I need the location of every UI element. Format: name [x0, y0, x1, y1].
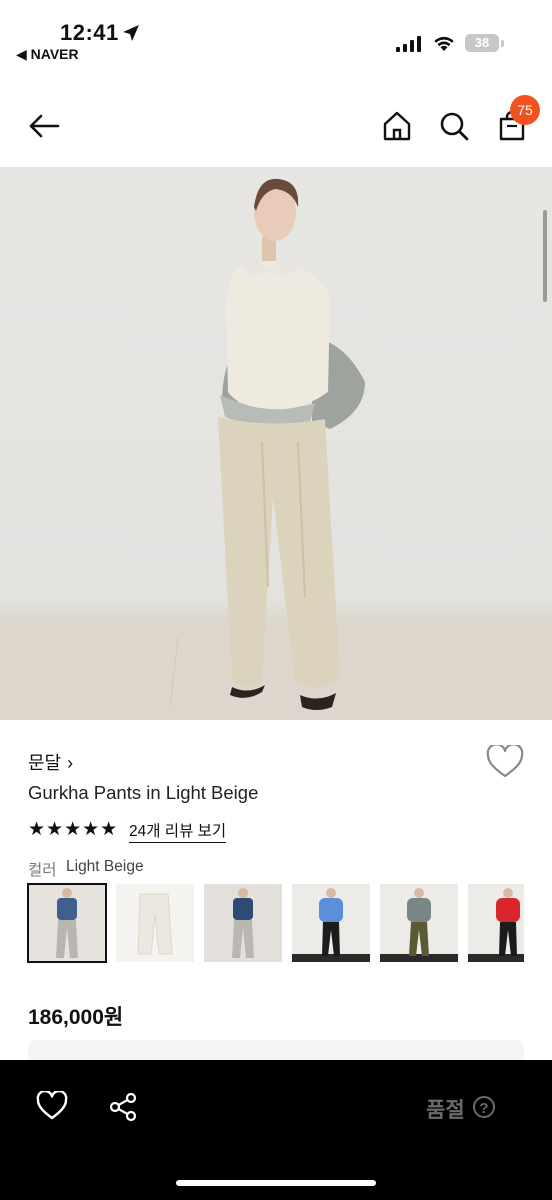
bottom-action-bar — [0, 1060, 552, 1200]
search-icon[interactable] — [436, 108, 472, 144]
wifi-icon — [434, 36, 454, 51]
cellular-signal-icon — [396, 36, 421, 52]
status-time: 12:41 — [60, 20, 119, 45]
brand-name: 문달 — [28, 753, 62, 773]
product-name: Gurkha Pants in Light Beige — [28, 782, 259, 803]
heart-outline-icon[interactable] — [486, 745, 524, 779]
help-icon[interactable]: ? — [473, 1096, 495, 1118]
thumb-grey-sweater-olive-pants[interactable] — [380, 884, 458, 962]
thumb-beige-pants-flat[interactable] — [116, 884, 194, 962]
location-arrow-icon — [123, 25, 139, 41]
color-label: 컬러 — [28, 862, 57, 879]
review-link[interactable]: 24개 리뷰 보기 — [129, 819, 227, 843]
product-main-image[interactable] — [0, 167, 552, 720]
thumb-navy-knit-grey-pants[interactable] — [204, 884, 282, 962]
thumb-red-sweater-black-pants[interactable] — [468, 884, 524, 962]
chevron-right-icon: › — [67, 753, 74, 773]
home-icon[interactable] — [379, 108, 415, 144]
battery-tip — [501, 40, 504, 47]
battery-indicator: 38 — [465, 34, 499, 52]
brand-link[interactable]: 문달 › — [28, 749, 73, 775]
battery-level: 38 — [474, 35, 490, 50]
image-scroll-indicator — [543, 210, 547, 302]
wishlist-heart-icon[interactable] — [36, 1091, 68, 1121]
back-arrow-icon[interactable] — [26, 108, 62, 144]
back-to-app-link[interactable]: ◀ NAVER — [16, 46, 79, 63]
share-icon[interactable] — [108, 1092, 138, 1122]
rating-stars: ★★★★★ — [28, 819, 119, 840]
thumb-blue-knit-grey-pants[interactable] — [27, 883, 107, 963]
thumb-blue-sweater-black-pants[interactable] — [292, 884, 370, 962]
sold-out-label: 품절 — [426, 1099, 465, 1122]
product-price: 186,000원 — [28, 1006, 124, 1029]
cart-count-badge: 75 — [510, 95, 540, 125]
model-illustration — [0, 178, 552, 720]
home-indicator — [176, 1180, 376, 1186]
color-value: Light Beige — [66, 858, 144, 875]
